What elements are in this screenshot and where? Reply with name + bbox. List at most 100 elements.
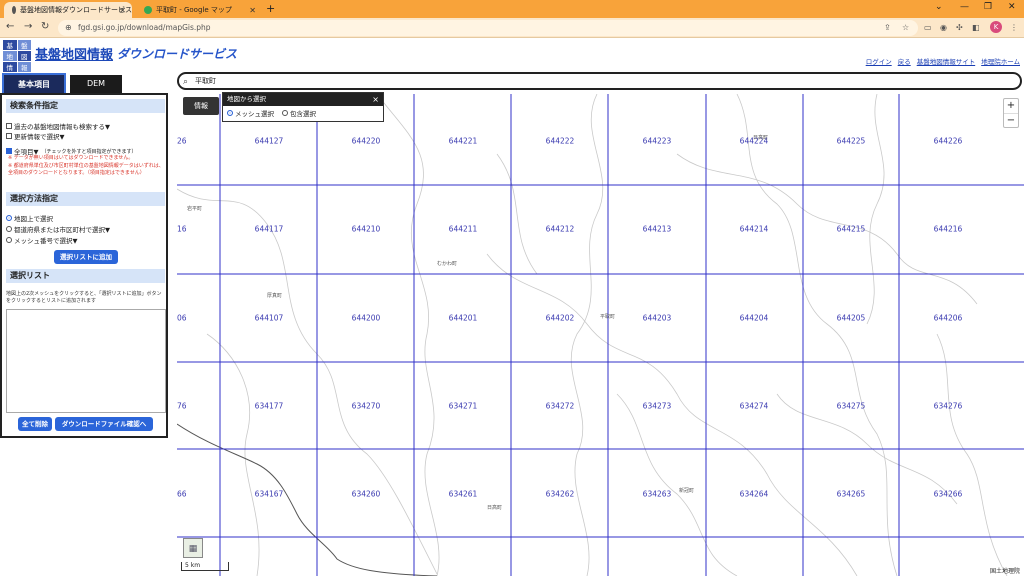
extensions-puzzle-icon[interactable]: ✣ xyxy=(956,23,963,32)
mesh-code-label[interactable]: 644215 xyxy=(837,225,866,234)
select-on-map-option[interactable]: 地図上で選択 xyxy=(6,213,53,223)
mesh-code-label[interactable]: 644225 xyxy=(837,137,866,146)
mesh-code-label[interactable]: 644205 xyxy=(837,314,866,323)
include-select-radio[interactable] xyxy=(282,110,288,116)
update-info-option[interactable]: 更新情報で選択▼ xyxy=(6,131,65,141)
mesh-code-label[interactable]: 644206 xyxy=(934,314,963,323)
mesh-select-option[interactable]: メッシュ選択 xyxy=(227,108,274,118)
mesh-code-label[interactable]: 76 xyxy=(177,402,187,411)
mesh-code-label[interactable]: 634263 xyxy=(643,490,672,499)
tab-basic-items[interactable]: 基本項目 xyxy=(2,73,66,93)
select-list-box[interactable] xyxy=(6,309,166,413)
tab-google-maps[interactable]: 平取町 - Google マップ ✕ xyxy=(136,2,262,18)
cast-icon[interactable]: ▭ xyxy=(924,23,932,32)
mesh-select-radio[interactable] xyxy=(227,110,233,116)
site-title-link[interactable]: 基盤地図情報 xyxy=(35,44,113,63)
mesh-code-label[interactable]: 634276 xyxy=(934,402,963,411)
mesh-code-label[interactable]: 644212 xyxy=(546,225,575,234)
past-data-checkbox[interactable] xyxy=(6,123,12,129)
mesh-code-label[interactable]: 644204 xyxy=(740,314,769,323)
menu-kebab-icon[interactable]: ⋮ xyxy=(1010,23,1018,32)
extension-circle-icon[interactable]: ◉ xyxy=(940,23,947,32)
mesh-code-label[interactable]: 644210 xyxy=(352,225,381,234)
gsi-home-link[interactable]: 地理院ホーム xyxy=(981,56,1020,66)
confirm-download-button[interactable]: ダウンロードファイル確認へ xyxy=(55,417,153,431)
close-tab-icon[interactable]: ✕ xyxy=(119,6,126,15)
mesh-code-label[interactable]: 26 xyxy=(177,137,187,146)
profile-avatar[interactable]: K xyxy=(990,21,1002,33)
forward-icon[interactable]: → xyxy=(24,21,32,32)
minimize-icon[interactable]: — xyxy=(960,2,969,12)
select-by-mesh-option[interactable]: メッシュ番号で選択▼ xyxy=(6,235,78,245)
mesh-code-label[interactable]: 634274 xyxy=(740,402,769,411)
mesh-code-label[interactable]: 634167 xyxy=(255,490,284,499)
include-select-option[interactable]: 包含選択 xyxy=(282,108,316,118)
zoom-out-button[interactable]: − xyxy=(1004,113,1018,127)
map-search-input[interactable]: ⌕ 平取町 xyxy=(177,72,1022,90)
close-tab-icon[interactable]: ✕ xyxy=(249,6,256,15)
address-bar[interactable]: ⊕ fgd.gsi.go.jp/download/mapGis.php xyxy=(58,20,918,36)
mesh-code-label[interactable]: 644201 xyxy=(449,314,478,323)
map-canvas[interactable]: 26 644127 644220 644221 644222 644223 644224 64… xyxy=(177,94,1024,576)
mesh-code-label[interactable]: 634266 xyxy=(934,490,963,499)
tab-search-icon[interactable]: ⌄ xyxy=(935,2,943,12)
bookmark-star-icon[interactable]: ☆ xyxy=(902,23,909,32)
layer-switch-button[interactable]: ▦ xyxy=(183,538,203,558)
mesh-code-label[interactable]: 644213 xyxy=(643,225,672,234)
mesh-code-label[interactable]: 644200 xyxy=(352,314,381,323)
close-popup-icon[interactable]: × xyxy=(372,93,379,106)
mesh-code-label[interactable]: 66 xyxy=(177,490,187,499)
back-icon[interactable]: ← xyxy=(6,21,14,32)
mesh-code-label[interactable]: 644202 xyxy=(546,314,575,323)
mesh-code-label[interactable]: 634261 xyxy=(449,490,478,499)
all-items-checkbox[interactable] xyxy=(6,148,12,154)
new-tab-icon[interactable]: + xyxy=(266,2,275,15)
mesh-code-label[interactable]: 644214 xyxy=(740,225,769,234)
mesh-code-label[interactable]: 644216 xyxy=(934,225,963,234)
mesh-code-label[interactable]: 16 xyxy=(177,225,187,234)
mesh-code-label[interactable]: 644221 xyxy=(449,137,478,146)
select-by-mesh-radio[interactable] xyxy=(6,237,12,243)
mesh-code-label[interactable]: 634270 xyxy=(352,402,381,411)
mesh-code-label[interactable]: 634273 xyxy=(643,402,672,411)
select-on-map-radio[interactable] xyxy=(6,215,12,221)
mesh-code-label[interactable]: 644222 xyxy=(546,137,575,146)
mesh-code-label[interactable]: 634265 xyxy=(837,490,866,499)
mesh-code-label[interactable]: 634260 xyxy=(352,490,381,499)
mesh-code-label[interactable]: 644203 xyxy=(643,314,672,323)
mesh-code-label[interactable]: 634275 xyxy=(837,402,866,411)
mesh-code-label[interactable]: 644223 xyxy=(643,137,672,146)
tab-dem[interactable]: DEM xyxy=(70,75,122,93)
mesh-code-label[interactable]: 634177 xyxy=(255,402,284,411)
login-link[interactable]: ログイン xyxy=(866,56,892,66)
mesh-code-label[interactable]: 644211 xyxy=(449,225,478,234)
delete-all-button[interactable]: 全て削除 xyxy=(18,417,52,431)
side-panel-icon[interactable]: ◧ xyxy=(972,23,980,32)
mesh-code-label[interactable]: 644127 xyxy=(255,137,284,146)
mesh-code-label[interactable]: 634272 xyxy=(546,402,575,411)
fgd-site-link[interactable]: 基盤地図情報サイト xyxy=(917,56,976,66)
site-info-icon[interactable]: ⊕ xyxy=(65,20,72,36)
select-by-municipality-option[interactable]: 都道府県または市区町村で選択▼ xyxy=(6,224,110,234)
share-icon[interactable]: ⇪ xyxy=(884,23,891,32)
mesh-code-label[interactable]: 634264 xyxy=(740,490,769,499)
mesh-code-label[interactable]: 644117 xyxy=(255,225,284,234)
tab-gsi-download[interactable]: 基盤地図情報ダウンロードサービス ✕ xyxy=(4,2,132,18)
back-link[interactable]: 戻る xyxy=(898,56,911,66)
reload-icon[interactable]: ↻ xyxy=(41,21,49,32)
restore-icon[interactable]: ❐ xyxy=(984,2,992,12)
past-data-option[interactable]: 過去の基盤地図情報も検索する▼ xyxy=(6,121,110,131)
info-button[interactable]: 情報 xyxy=(183,97,219,115)
mesh-code-label[interactable]: 634262 xyxy=(546,490,575,499)
zoom-in-button[interactable]: + xyxy=(1004,99,1018,113)
site-logo-mark[interactable]: 基 盤 地 図 情 報 xyxy=(3,40,31,72)
mesh-code-label[interactable]: 06 xyxy=(177,314,187,323)
close-window-icon[interactable]: ✕ xyxy=(1008,2,1016,12)
mesh-code-label[interactable]: 644226 xyxy=(934,137,963,146)
mesh-code-label[interactable]: 644220 xyxy=(352,137,381,146)
mesh-code-label[interactable]: 644107 xyxy=(255,314,284,323)
mesh-code-label[interactable]: 634271 xyxy=(449,402,478,411)
update-info-checkbox[interactable] xyxy=(6,133,12,139)
add-to-list-button[interactable]: 選択リストに追加 xyxy=(54,250,118,264)
select-by-municipality-radio[interactable] xyxy=(6,226,12,232)
